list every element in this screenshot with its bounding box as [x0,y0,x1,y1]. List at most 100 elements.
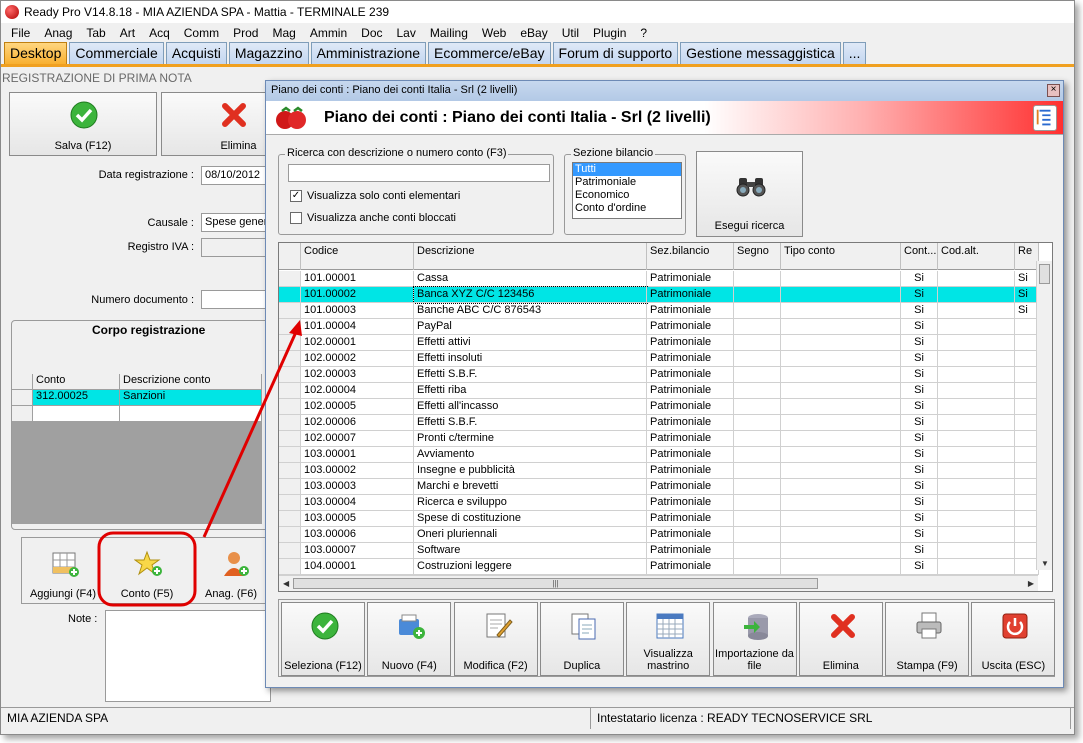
table-row[interactable]: 102.00003 Effetti S.B.F. Patrimoniale Si [279,367,1039,383]
tab-8[interactable]: ... [842,42,867,64]
table-cell[interactable] [938,495,1015,511]
horizontal-scroll-thumb[interactable]: ||| [293,578,818,589]
table-row[interactable]: 103.00003 Marchi e brevetti Patrimoniale Si [279,479,1039,495]
table-cell[interactable]: Costruzioni leggere [414,559,647,575]
dialog-button-6[interactable]: Elimina [798,602,883,676]
table-cell[interactable] [781,447,901,463]
menu-item-4[interactable]: Acq [142,26,177,40]
row-indicator[interactable] [279,447,301,463]
table-row[interactable]: 102.00004 Effetti riba Patrimoniale Si [279,383,1039,399]
table-cell[interactable]: Si [901,335,938,351]
menu-item-1[interactable]: Anag [37,26,79,40]
column-header[interactable]: Segno [734,243,781,270]
table-cell[interactable]: Patrimoniale [647,415,734,431]
table-cell[interactable] [938,527,1015,543]
table-cell[interactable] [781,543,901,559]
dialog-button-3[interactable]: Duplica [539,602,624,676]
dialog-button-2[interactable]: Modifica (F2) [453,602,538,676]
table-cell[interactable] [734,335,781,351]
table-cell[interactable]: Patrimoniale [647,335,734,351]
table-cell[interactable] [781,319,901,335]
table-cell[interactable]: Si [901,543,938,559]
sezione-listbox[interactable]: Tutti Patrimoniale Economico Conto d'ordine [572,162,682,219]
sezione-option[interactable]: Tutti [573,163,681,176]
table-cell[interactable] [781,495,901,511]
table-row[interactable]: 103.00001 Avviamento Patrimoniale Si [279,447,1039,463]
table-cell[interactable]: Patrimoniale [647,479,734,495]
table-cell[interactable] [734,351,781,367]
menu-item-15[interactable]: Plugin [586,26,633,40]
column-header[interactable]: Tipo conto [781,243,901,270]
table-cell[interactable]: 101.00002 [301,287,414,303]
menu-item-5[interactable]: Comm [177,26,226,40]
table-cell[interactable] [781,431,901,447]
table-cell[interactable] [781,559,901,575]
scroll-down-icon[interactable]: ▼ [1041,559,1049,568]
sezione-option[interactable]: Patrimoniale [573,176,681,189]
table-cell[interactable] [734,319,781,335]
menu-item-12[interactable]: Web [475,26,513,40]
anag-button[interactable]: Anag. (F6) [192,540,270,602]
close-icon[interactable]: × [1047,84,1060,97]
table-cell[interactable]: Si [901,463,938,479]
table-cell[interactable]: Si [901,431,938,447]
table-row[interactable] [12,406,262,422]
table-cell[interactable]: Patrimoniale [647,463,734,479]
col-descrizione-conto[interactable]: Descrizione conto [120,374,262,390]
table-cell[interactable]: Cassa [414,271,647,287]
table-cell[interactable]: Si [901,511,938,527]
table-cell[interactable] [734,527,781,543]
tab-5[interactable]: Ecommerce/eBay [428,42,551,64]
row-indicator[interactable] [279,399,301,415]
table-cell[interactable] [781,351,901,367]
table-cell[interactable]: Effetti riba [414,383,647,399]
table-row[interactable]: 101.00002 Banca XYZ C/C 123456 Patrimonial… [279,286,1039,304]
column-header[interactable]: Descrizione [414,243,647,270]
table-cell[interactable]: Patrimoniale [647,367,734,383]
table-cell[interactable]: 102.00005 [301,399,414,415]
esegui-ricerca-button[interactable]: Esegui ricerca [696,151,803,237]
table-row[interactable]: 102.00006 Effetti S.B.F. Patrimoniale Si [279,415,1039,431]
table-cell[interactable]: 104.00001 [301,559,414,575]
dialog-button-1[interactable]: Nuovo (F4) [367,602,452,676]
table-cell[interactable]: Effetti attivi [414,335,647,351]
table-cell[interactable] [938,559,1015,575]
row-indicator[interactable] [279,303,301,319]
table-cell[interactable]: Si [901,479,938,495]
table-cell[interactable]: Pronti c/termine [414,431,647,447]
table-cell[interactable]: Si [901,271,938,287]
table-cell[interactable] [781,271,901,287]
table-cell[interactable] [734,399,781,415]
table-row[interactable]: 101.00001 Cassa Patrimoniale Si Si [279,271,1039,287]
table-cell[interactable]: 102.00002 [301,351,414,367]
table-row[interactable]: 312.00025 Sanzioni [12,390,262,406]
row-indicator[interactable] [279,287,301,303]
dialog-button-0[interactable]: Seleziona (F12) [281,602,365,676]
sezione-option[interactable]: Conto d'ordine [573,202,681,215]
tree-list-icon[interactable] [1033,105,1057,131]
table-cell[interactable] [781,399,901,415]
dialog-button-4[interactable]: Visualizza mastrino [626,602,711,676]
table-cell[interactable]: 103.00002 [301,463,414,479]
row-indicator[interactable] [279,383,301,399]
menu-item-16[interactable]: ? [633,26,654,40]
save-button[interactable]: Salva (F12) [9,92,157,156]
table-cell[interactable] [938,351,1015,367]
table-cell[interactable] [734,415,781,431]
table-cell[interactable]: Banca XYZ C/C 123456 [413,286,648,304]
menu-item-10[interactable]: Lav [390,26,423,40]
row-indicator[interactable] [279,479,301,495]
cell-descrizione[interactable]: Sanzioni [120,390,262,406]
table-cell[interactable] [734,543,781,559]
table-cell[interactable]: Si [901,527,938,543]
table-cell[interactable] [734,271,781,287]
table-cell[interactable]: 103.00004 [301,495,414,511]
table-cell[interactable]: Si [901,383,938,399]
col-conto[interactable]: Conto [33,374,120,390]
aggiungi-button[interactable]: Aggiungi (F4) [24,540,102,602]
table-row[interactable]: 102.00005 Effetti all'incasso Patrimoniale… [279,399,1039,415]
table-cell[interactable]: Banche ABC C/C 876543 [414,303,647,319]
table-row[interactable]: 103.00002 Insegne e pubblicità Patrimonial… [279,463,1039,479]
table-cell[interactable]: 103.00006 [301,527,414,543]
table-cell[interactable] [734,447,781,463]
